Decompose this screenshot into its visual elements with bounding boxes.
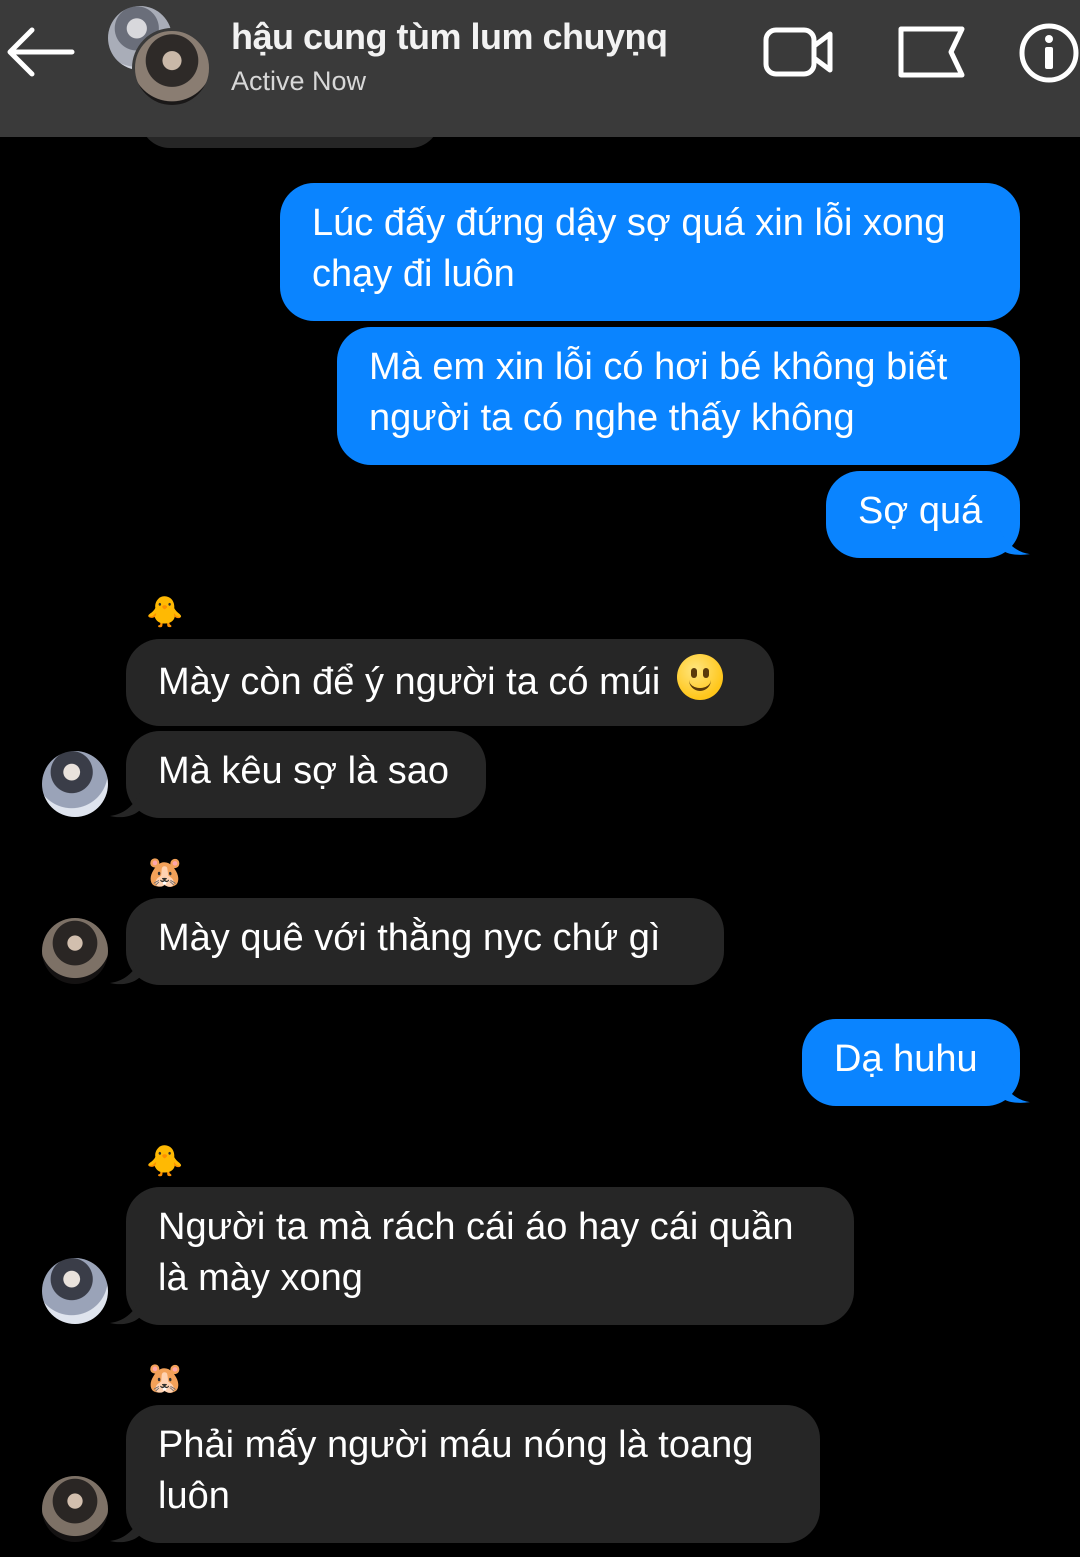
bubble-tail bbox=[1000, 530, 1030, 555]
message-text: Phải mấy người máu nóng là toang luôn bbox=[158, 1424, 754, 1517]
message-text: Lúc đấy đứng dậy sợ quá xin lỗi xong chạ… bbox=[312, 202, 946, 295]
sender-reaction-hamster: 🐹 bbox=[146, 1362, 184, 1395]
slightly-smiling-face-icon bbox=[676, 654, 723, 700]
chat-header: hậu cung tùm lum chuyṇq Active Now bbox=[0, 0, 1080, 137]
video-call-icon bbox=[763, 27, 833, 77]
member-avatar-2 bbox=[132, 28, 212, 108]
sender-avatar[interactable] bbox=[42, 1258, 108, 1324]
info-icon bbox=[1019, 23, 1079, 83]
message-bubble-incoming[interactable]: Mà kêu sợ là sao bbox=[126, 731, 486, 818]
message-bubble-outgoing[interactable]: Sợ quá bbox=[826, 471, 1020, 558]
message-bubble-outgoing[interactable]: Dạ huhu bbox=[802, 1019, 1020, 1106]
message-bubble-incoming[interactable]: Mày còn để ý người ta có múi bbox=[126, 639, 774, 726]
message-text: Mày quê với thằng nyc chứ gì bbox=[158, 917, 661, 959]
sender-reaction-chick: 🐥 bbox=[146, 1145, 184, 1178]
back-button[interactable] bbox=[4, 22, 76, 82]
sender-reaction-hamster: 🐹 bbox=[146, 856, 184, 889]
message-text: Sợ quá bbox=[858, 490, 983, 532]
sender-avatar[interactable] bbox=[42, 751, 108, 817]
sender-avatar[interactable] bbox=[42, 1476, 108, 1542]
sender-avatar[interactable] bbox=[42, 918, 108, 984]
message-text: Mà kêu sợ là sao bbox=[158, 750, 450, 792]
sender-reaction-chick: 🐥 bbox=[146, 596, 184, 629]
message-bubble-incoming[interactable]: Mày quê với thằng nyc chứ gì bbox=[126, 898, 724, 985]
message-text: Mày còn để ý người ta có múi bbox=[158, 661, 661, 703]
bubble-tail bbox=[110, 1517, 140, 1543]
back-arrow-icon bbox=[7, 27, 75, 77]
video-call-button[interactable] bbox=[762, 24, 834, 80]
group-avatar[interactable] bbox=[104, 4, 212, 108]
message-bubble-outgoing[interactable]: Lúc đấy đứng dậy sợ quá xin lỗi xong chạ… bbox=[280, 183, 1020, 321]
message-bubble-outgoing[interactable]: Mà em xin lỗi có hơi bé không biết người… bbox=[337, 327, 1020, 465]
message-text: Dạ huhu bbox=[834, 1038, 978, 1080]
flag-button[interactable] bbox=[896, 24, 968, 80]
active-status: Active Now bbox=[231, 66, 367, 96]
message-text: Người ta mà rách cái áo hay cái quần là … bbox=[158, 1206, 794, 1299]
conversation-title[interactable]: hậu cung tùm lum chuyṇq bbox=[231, 16, 668, 58]
bubble-tail bbox=[1000, 1078, 1030, 1103]
flag-icon bbox=[898, 26, 965, 78]
message-text: Mà em xin lỗi có hơi bé không biết người… bbox=[369, 346, 948, 439]
bubble-tail bbox=[110, 792, 140, 818]
bubble-tail bbox=[110, 959, 140, 985]
bubble-tail bbox=[110, 1299, 140, 1325]
message-bubble-incoming[interactable]: Phải mấy người máu nóng là toang luôn bbox=[126, 1405, 820, 1543]
info-button[interactable] bbox=[1018, 22, 1080, 84]
message-bubble-incoming[interactable]: Người ta mà rách cái áo hay cái quần là … bbox=[126, 1187, 854, 1325]
